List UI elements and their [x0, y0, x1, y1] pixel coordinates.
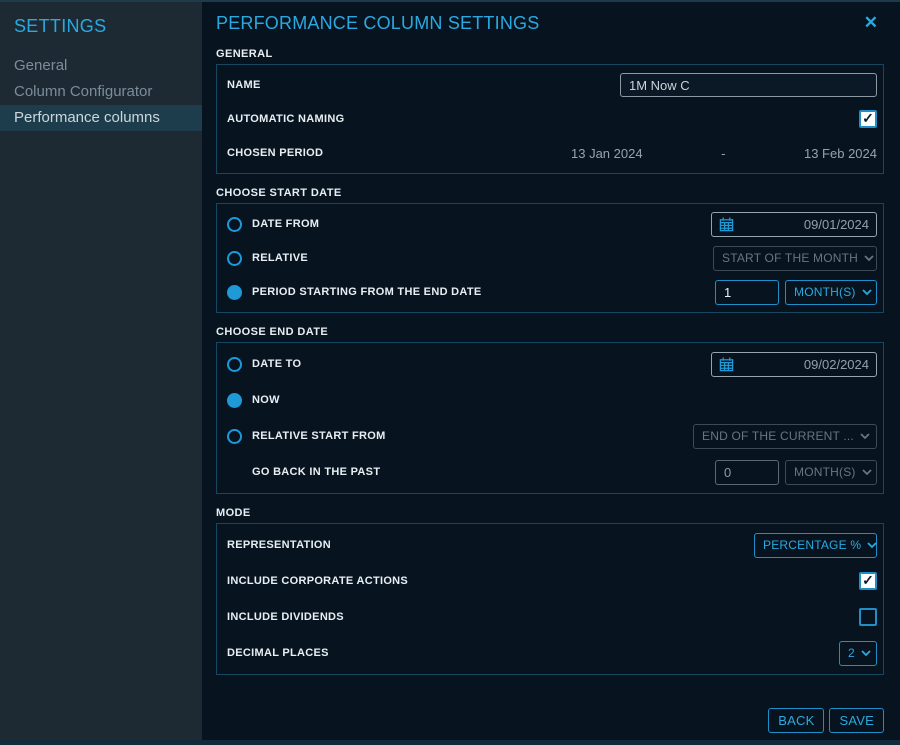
date-from-value: 09/01/2024 — [734, 217, 869, 232]
name-row: NAME — [227, 68, 877, 102]
chevron-down-icon — [860, 433, 870, 439]
date-to-row: DATE TO 09/02/2024 — [227, 346, 877, 382]
chevron-down-icon — [864, 255, 874, 261]
relative-select-value: START OF THE MONTH — [722, 251, 858, 265]
now-radio[interactable] — [227, 393, 242, 408]
representation-row: REPRESENTATION PERCENTAGE % — [227, 527, 877, 563]
corporate-actions-label: INCLUDE CORPORATE ACTIONS — [227, 575, 408, 587]
period-unit-select[interactable]: MONTH(S) — [785, 280, 877, 305]
go-back-controls: MONTH(S) — [715, 460, 877, 485]
relative-start-from-option[interactable]: RELATIVE START FROM — [227, 429, 386, 444]
general-section: NAME AUTOMATIC NAMING ✓ CHOSEN PERIOD 13… — [216, 64, 884, 174]
period-unit-value: MONTH(S) — [794, 285, 856, 299]
name-label: NAME — [227, 79, 261, 91]
chosen-period-end: 13 Feb 2024 — [804, 146, 877, 161]
chosen-period-start: 13 Jan 2024 — [571, 146, 643, 161]
now-label: NOW — [252, 394, 280, 406]
end-date-section-label: CHOOSE END DATE — [216, 322, 884, 342]
corporate-actions-checkbox[interactable]: ✓ — [859, 572, 877, 590]
save-button[interactable]: SAVE — [829, 708, 884, 733]
automatic-naming-label: AUTOMATIC NAMING — [227, 113, 344, 125]
relative-start-from-radio[interactable] — [227, 429, 242, 444]
decimal-places-select[interactable]: 2 — [839, 641, 877, 666]
performance-column-settings-panel: PERFORMANCE COLUMN SETTINGS ✕ GENERAL NA… — [202, 2, 900, 745]
period-from-end-radio[interactable] — [227, 285, 242, 300]
sidebar: SETTINGS General Column Configurator Per… — [0, 2, 202, 745]
sidebar-item-performance-columns[interactable]: Performance columns — [0, 105, 202, 131]
chevron-down-icon — [861, 650, 871, 656]
chosen-period-values: 13 Jan 2024 - 13 Feb 2024 — [571, 146, 877, 161]
bottom-edge — [0, 740, 900, 745]
chosen-period-separator: - — [721, 146, 725, 161]
date-from-input[interactable]: 09/01/2024 — [711, 212, 877, 237]
date-from-option[interactable]: DATE FROM — [227, 217, 319, 232]
chevron-down-icon — [867, 542, 877, 548]
go-back-unit-select[interactable]: MONTH(S) — [785, 460, 877, 485]
relative-start-from-select[interactable]: END OF THE CURRENT ... — [693, 424, 877, 449]
go-back-row: GO BACK IN THE PAST MONTH(S) — [227, 454, 877, 490]
representation-label: REPRESENTATION — [227, 539, 331, 551]
automatic-naming-row: AUTOMATIC NAMING ✓ — [227, 102, 877, 136]
relative-start-from-label: RELATIVE START FROM — [252, 430, 386, 442]
relative-label: RELATIVE — [252, 252, 308, 264]
automatic-naming-checkbox[interactable]: ✓ — [859, 110, 877, 128]
dividends-row: INCLUDE DIVIDENDS — [227, 599, 877, 635]
go-back-unit-value: MONTH(S) — [794, 465, 856, 479]
panel-title: PERFORMANCE COLUMN SETTINGS — [216, 13, 539, 34]
date-from-label: DATE FROM — [252, 218, 319, 230]
calendar-icon[interactable] — [719, 217, 734, 232]
date-to-radio[interactable] — [227, 357, 242, 372]
sidebar-item-column-configurator[interactable]: Column Configurator — [0, 79, 202, 105]
corporate-actions-row: INCLUDE CORPORATE ACTIONS ✓ — [227, 563, 877, 599]
relative-radio[interactable] — [227, 251, 242, 266]
chosen-period-label: CHOSEN PERIOD — [227, 147, 323, 159]
period-from-end-label: PERIOD STARTING FROM THE END DATE — [252, 286, 482, 298]
chosen-period-row: CHOSEN PERIOD 13 Jan 2024 - 13 Feb 2024 — [227, 136, 877, 170]
chevron-down-icon — [862, 289, 872, 295]
dividends-label: INCLUDE DIVIDENDS — [227, 611, 344, 623]
relative-start-from-row: RELATIVE START FROM END OF THE CURRENT .… — [227, 418, 877, 454]
decimal-places-row: DECIMAL PLACES 2 — [227, 635, 877, 671]
check-icon: ✓ — [862, 111, 874, 125]
date-from-row: DATE FROM 09/01/2024 — [227, 207, 877, 241]
settings-window: SETTINGS General Column Configurator Per… — [0, 0, 900, 745]
period-count-input[interactable] — [715, 280, 779, 305]
now-option[interactable]: NOW — [227, 393, 280, 408]
calendar-icon[interactable] — [719, 357, 734, 372]
representation-value: PERCENTAGE % — [763, 538, 861, 552]
relative-start-from-value: END OF THE CURRENT ... — [702, 429, 854, 443]
go-back-count-input[interactable] — [715, 460, 779, 485]
date-to-input[interactable]: 09/02/2024 — [711, 352, 877, 377]
end-date-section: DATE TO 09/02/2024 — [216, 342, 884, 494]
period-from-end-option[interactable]: PERIOD STARTING FROM THE END DATE — [227, 285, 482, 300]
back-button[interactable]: BACK — [768, 708, 824, 733]
sidebar-title: SETTINGS — [0, 12, 202, 53]
sidebar-item-general[interactable]: General — [0, 53, 202, 79]
start-date-section: DATE FROM 09/01/2024 — [216, 203, 884, 313]
date-to-option[interactable]: DATE TO — [227, 357, 301, 372]
decimal-places-label: DECIMAL PLACES — [227, 647, 329, 659]
date-to-label: DATE TO — [252, 358, 301, 370]
period-from-end-controls: MONTH(S) — [715, 280, 877, 305]
go-back-label: GO BACK IN THE PAST — [227, 466, 380, 478]
check-icon: ✓ — [862, 573, 874, 587]
decimal-places-value: 2 — [848, 646, 855, 660]
period-from-end-row: PERIOD STARTING FROM THE END DATE MONTH(… — [227, 275, 877, 309]
panel-header: PERFORMANCE COLUMN SETTINGS ✕ — [216, 2, 884, 44]
relative-select[interactable]: START OF THE MONTH — [713, 246, 877, 271]
general-section-label: GENERAL — [216, 44, 884, 64]
now-row: NOW — [227, 382, 877, 418]
close-icon[interactable]: ✕ — [858, 11, 884, 35]
chevron-down-icon — [862, 469, 872, 475]
mode-section-label: MODE — [216, 503, 884, 523]
representation-select[interactable]: PERCENTAGE % — [754, 533, 877, 558]
relative-row: RELATIVE START OF THE MONTH — [227, 241, 877, 275]
date-from-radio[interactable] — [227, 217, 242, 232]
date-to-value: 09/02/2024 — [734, 357, 869, 372]
start-date-section-label: CHOOSE START DATE — [216, 183, 884, 203]
relative-option[interactable]: RELATIVE — [227, 251, 308, 266]
mode-section: REPRESENTATION PERCENTAGE % INCLUDE CORP… — [216, 523, 884, 675]
name-input[interactable] — [620, 73, 877, 97]
dividends-checkbox[interactable] — [859, 608, 877, 626]
